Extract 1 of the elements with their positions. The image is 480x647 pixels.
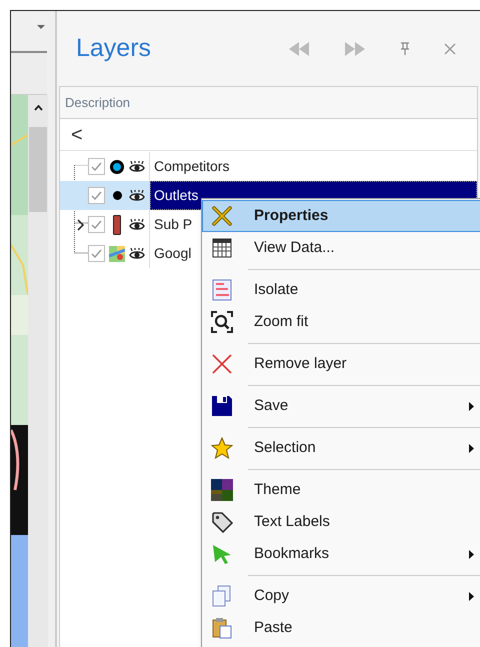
panel-title: Layers: [76, 32, 152, 64]
